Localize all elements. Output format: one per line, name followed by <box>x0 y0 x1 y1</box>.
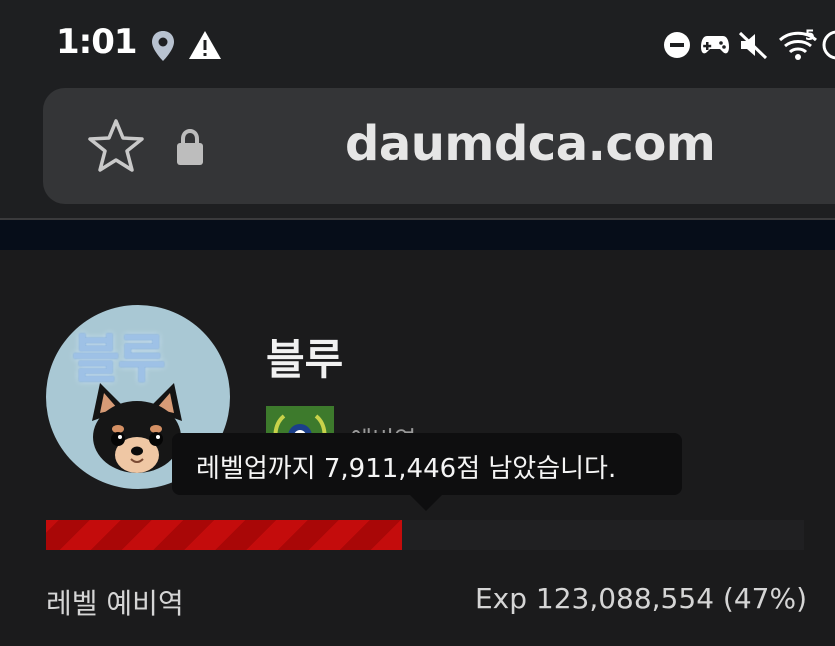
lock-icon <box>177 128 203 165</box>
url-text[interactable]: daumdca.com <box>345 116 716 172</box>
wifi-badge: 5 <box>805 28 815 44</box>
levelup-tooltip: 레벨업까지 7,911,446점 남았습니다. <box>172 433 682 495</box>
battery-saver-icon <box>822 30 835 60</box>
mute-icon <box>738 31 768 60</box>
exp-progress-bar[interactable] <box>46 520 804 550</box>
level-label: 레벨 예비역 <box>46 587 184 620</box>
clock: 1:01 <box>56 22 138 62</box>
exp-progress-fill <box>46 520 403 550</box>
location-icon <box>152 31 174 61</box>
tooltip-arrow <box>410 495 442 511</box>
exp-label: Exp 123,088,554 (47%) <box>474 582 807 615</box>
tooltip-text: 레벨업까지 7,911,446점 남았습니다. <box>196 454 617 484</box>
site-header-strip <box>0 220 835 250</box>
username: 블루 <box>266 335 344 384</box>
alert-icon <box>189 31 221 59</box>
status-bar: 1:01 5 <box>0 0 835 88</box>
star-icon[interactable] <box>87 118 145 174</box>
dnd-icon <box>664 32 690 58</box>
gamepad-icon <box>701 36 729 54</box>
